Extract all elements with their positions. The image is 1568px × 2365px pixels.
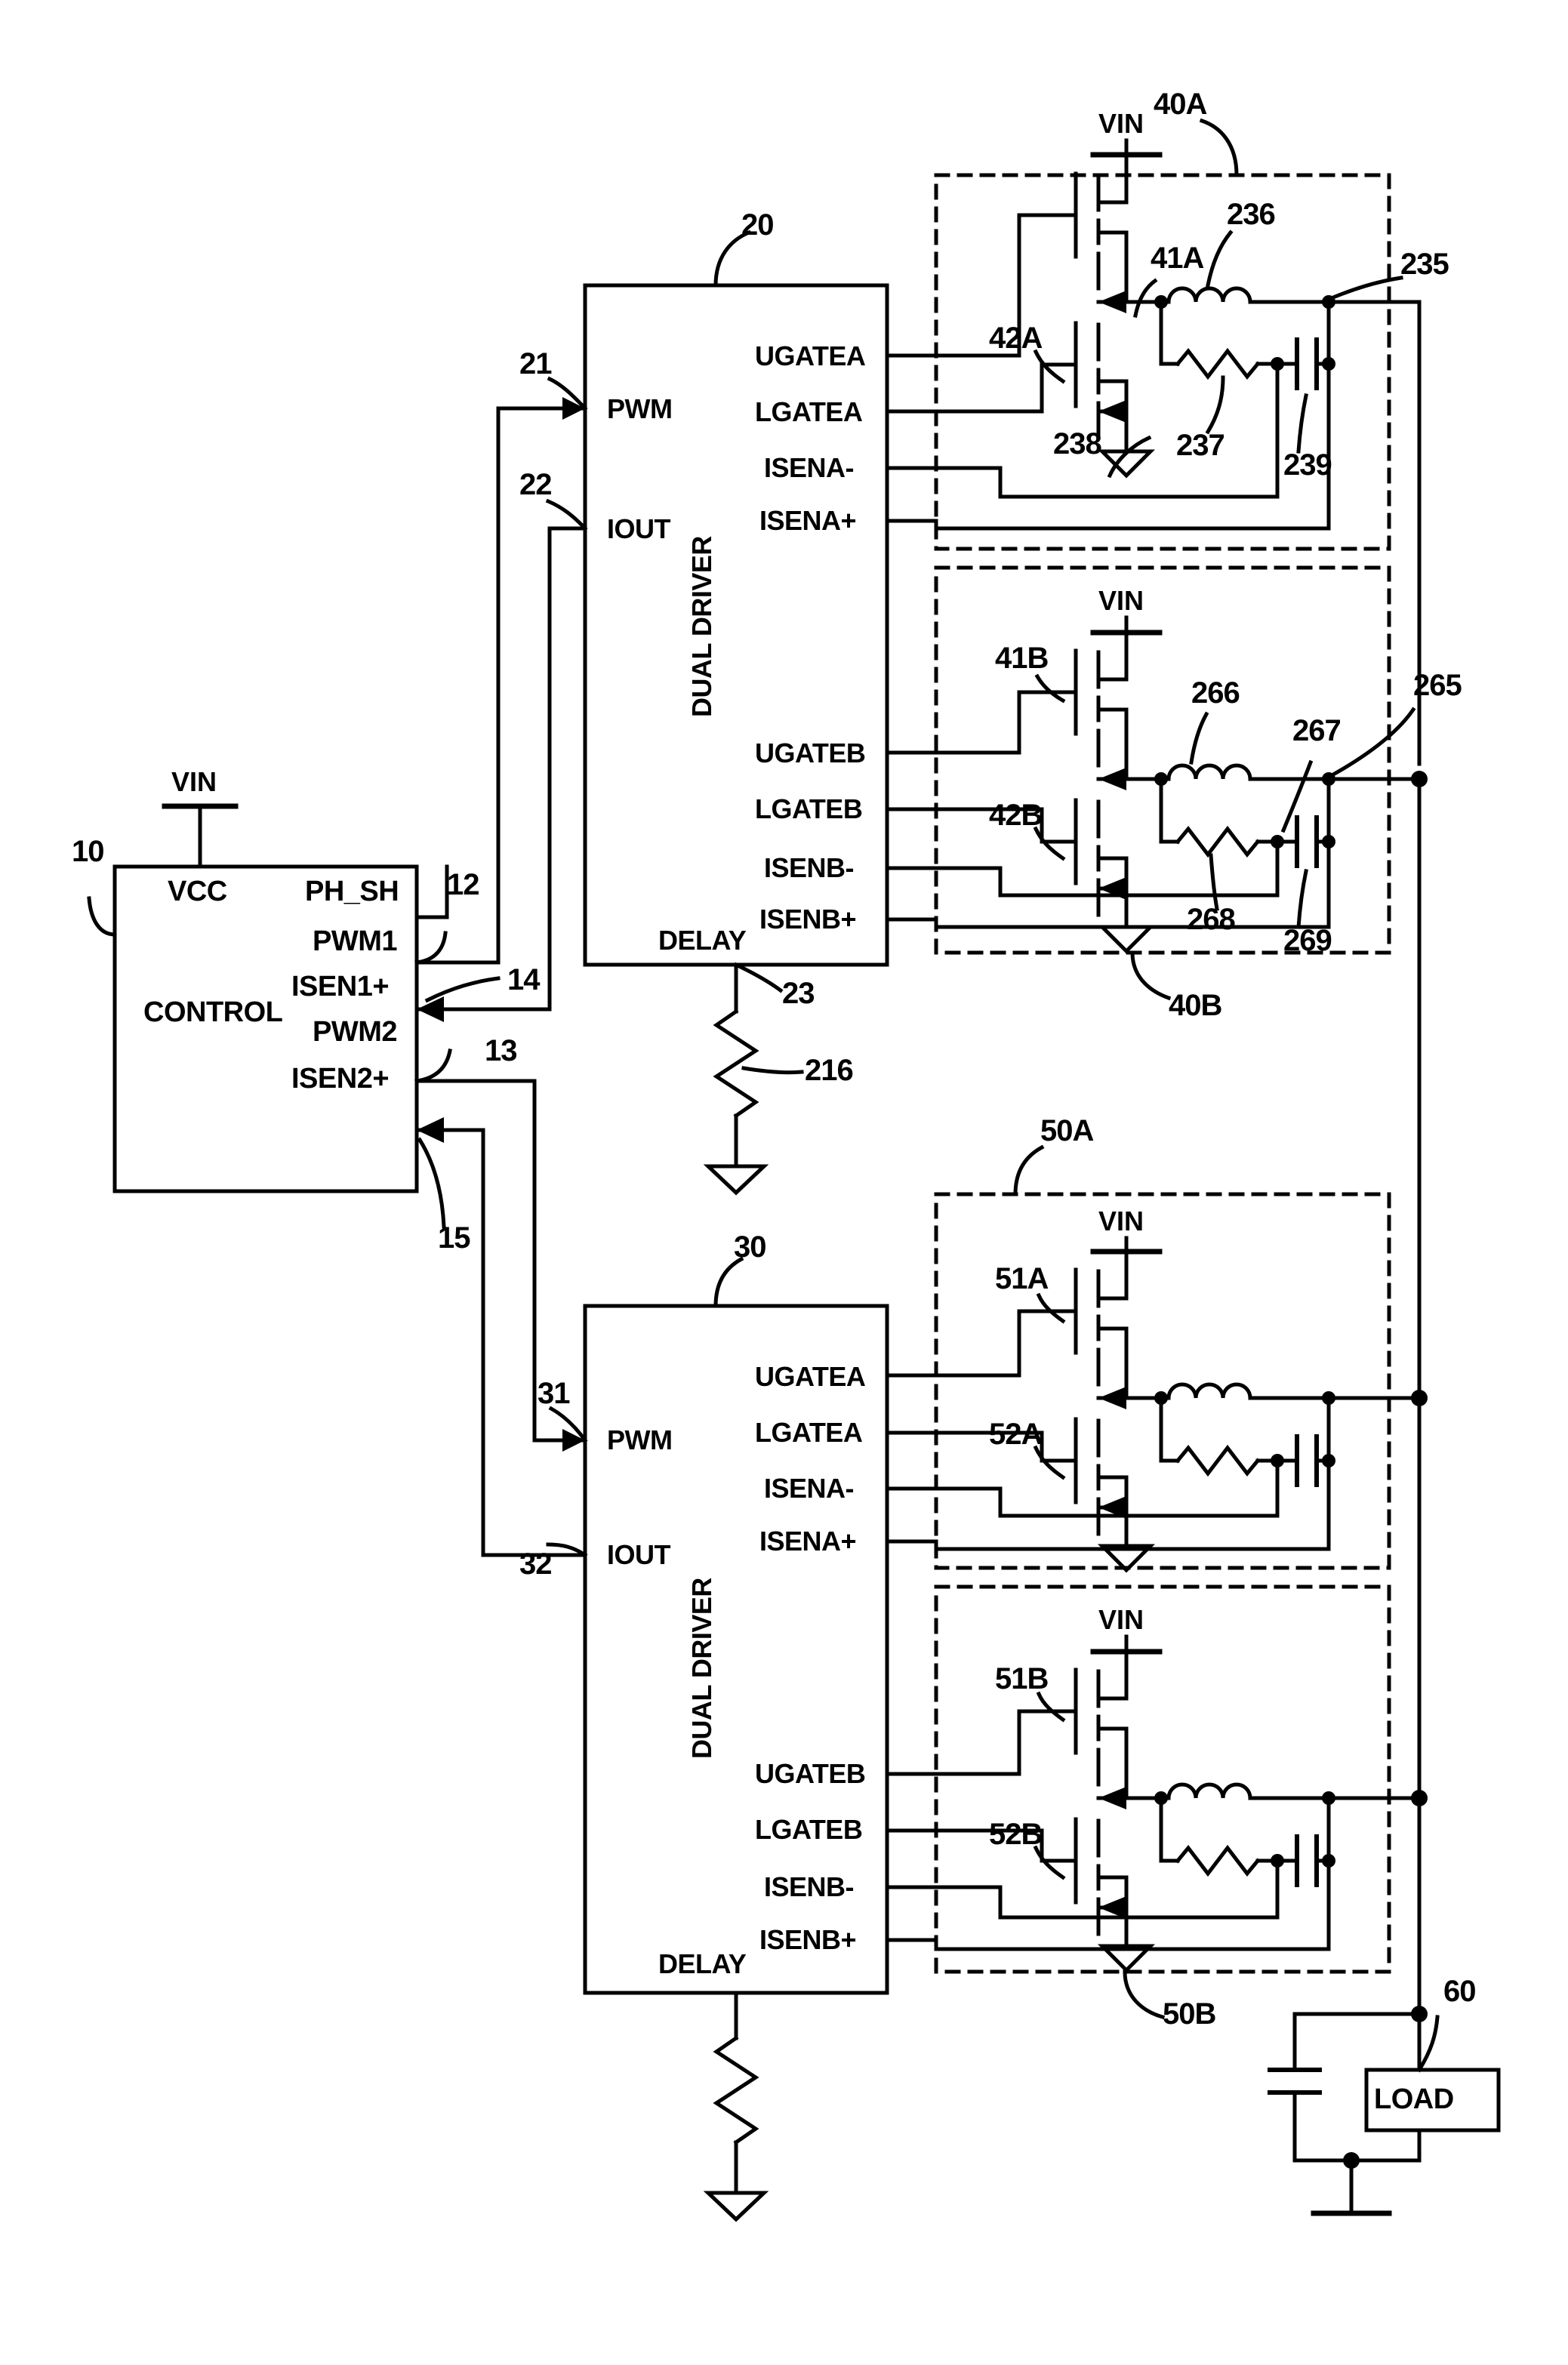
ref-net-15: 15 — [438, 1221, 470, 1255]
ref-fet-51b: 51B — [995, 1662, 1049, 1695]
driver20-pin-delay: DELAY — [658, 925, 747, 956]
ref-net-32: 32 — [519, 1547, 552, 1581]
driver30-pin-ugatea: UGATEA — [755, 1361, 866, 1392]
ref-driver-20: 20 — [741, 208, 774, 242]
ref-stage-50b: 50B — [1163, 1997, 1216, 2031]
vin-label-40a: VIN — [1098, 108, 1144, 139]
ref-resistor-267: 267 — [1292, 714, 1342, 747]
ref-control-block: 10 — [72, 835, 104, 868]
ref-fet-42a: 42A — [989, 322, 1043, 355]
ref-ground-238: 238 — [1053, 427, 1102, 460]
driver30-pin-lgatea: LGATEA — [755, 1417, 863, 1448]
pin-ph-sh: PH_SH — [305, 876, 399, 907]
driver30-pin-isena-minus: ISENA- — [764, 1473, 855, 1504]
ref-net-22: 22 — [519, 468, 552, 501]
ref-net-13: 13 — [485, 1034, 517, 1067]
ref-fet-52b: 52B — [989, 1818, 1043, 1851]
stage-50a-box — [934, 1192, 1391, 1570]
driver30-pin-delay: DELAY — [658, 1948, 747, 1979]
ref-net-31: 31 — [538, 1377, 570, 1410]
driver30-pin-ugateb: UGATEB — [755, 1758, 866, 1789]
driver30-pin-isenb-plus: ISENB+ — [759, 1924, 857, 1955]
vin-label-50a: VIN — [1098, 1206, 1144, 1236]
ref-fet-51a: 51A — [995, 1262, 1049, 1295]
vin-label-control: VIN — [171, 766, 217, 797]
ref-node-265: 265 — [1413, 669, 1462, 702]
ref-net-21: 21 — [519, 347, 552, 380]
ref-inductor-236: 236 — [1227, 198, 1276, 231]
driver20-pin-pwm: PWM — [607, 393, 673, 424]
ref-capacitor-269: 269 — [1283, 924, 1332, 957]
pin-pwm2: PWM2 — [313, 1016, 398, 1048]
ref-delay-resistor-216: 216 — [805, 1054, 854, 1087]
patent-figure-canvas: 10 VIN VCC PH_SH PWM1 ISEN1+ PWM2 ISEN2+… — [0, 0, 1568, 2365]
vin-label-50b: VIN — [1098, 1604, 1144, 1635]
driver20-pin-lgateb: LGATEB — [755, 793, 863, 824]
pin-pwm1: PWM1 — [313, 925, 398, 957]
ref-fet-41b: 41B — [995, 642, 1049, 675]
ref-stage-50a: 50A — [1040, 1114, 1094, 1147]
pin-isen2-plus: ISEN2+ — [291, 1063, 390, 1095]
ref-resistor-237: 237 — [1176, 429, 1225, 462]
ref-driver-30: 30 — [734, 1230, 766, 1264]
driver20-pin-iout: IOUT — [607, 513, 671, 544]
driver20-pin-isena-plus: ISENA+ — [759, 505, 857, 536]
ref-ground-268: 268 — [1187, 903, 1236, 936]
ref-stage-40b: 40B — [1169, 989, 1222, 1022]
ref-fet-42b: 42B — [989, 799, 1043, 832]
ref-load-60: 60 — [1443, 1975, 1476, 2008]
driver20-title: DUAL DRIVER — [686, 536, 717, 717]
load-label: LOAD — [1374, 2083, 1454, 2115]
ref-stage-40a: 40A — [1154, 88, 1207, 121]
ref-capacitor-239: 239 — [1283, 448, 1332, 482]
ref-net-23: 23 — [782, 977, 815, 1010]
driver30-pin-lgateb: LGATEB — [755, 1814, 863, 1845]
ref-fet-41a: 41A — [1151, 242, 1204, 275]
driver30-pin-isena-plus: ISENA+ — [759, 1526, 857, 1557]
driver20-pin-ugatea: UGATEA — [755, 340, 866, 371]
vin-label-40b: VIN — [1098, 585, 1144, 616]
ref-node-235: 235 — [1400, 248, 1449, 281]
control-block-title: CONTROL — [143, 996, 283, 1028]
driver20-pin-ugateb: UGATEB — [755, 738, 866, 768]
driver30-pin-iout: IOUT — [607, 1539, 671, 1570]
driver30-title: DUAL DRIVER — [686, 1578, 717, 1759]
ref-net-14: 14 — [507, 963, 540, 996]
pin-isen1-plus: ISEN1+ — [291, 971, 390, 1002]
ref-net-12: 12 — [447, 868, 479, 901]
ref-inductor-266: 266 — [1191, 676, 1240, 710]
driver30-pin-isenb-minus: ISENB- — [764, 1871, 855, 1902]
driver20-pin-lgatea: LGATEA — [755, 396, 863, 427]
ref-fet-52a: 52A — [989, 1418, 1043, 1451]
driver20-pin-isenb-plus: ISENB+ — [759, 904, 857, 935]
pin-vcc: VCC — [168, 876, 227, 907]
driver20-pin-isenb-minus: ISENB- — [764, 852, 855, 883]
driver30-pin-pwm: PWM — [607, 1424, 673, 1455]
stage-50b-box — [934, 1584, 1391, 1974]
driver20-pin-isena-minus: ISENA- — [764, 452, 855, 483]
